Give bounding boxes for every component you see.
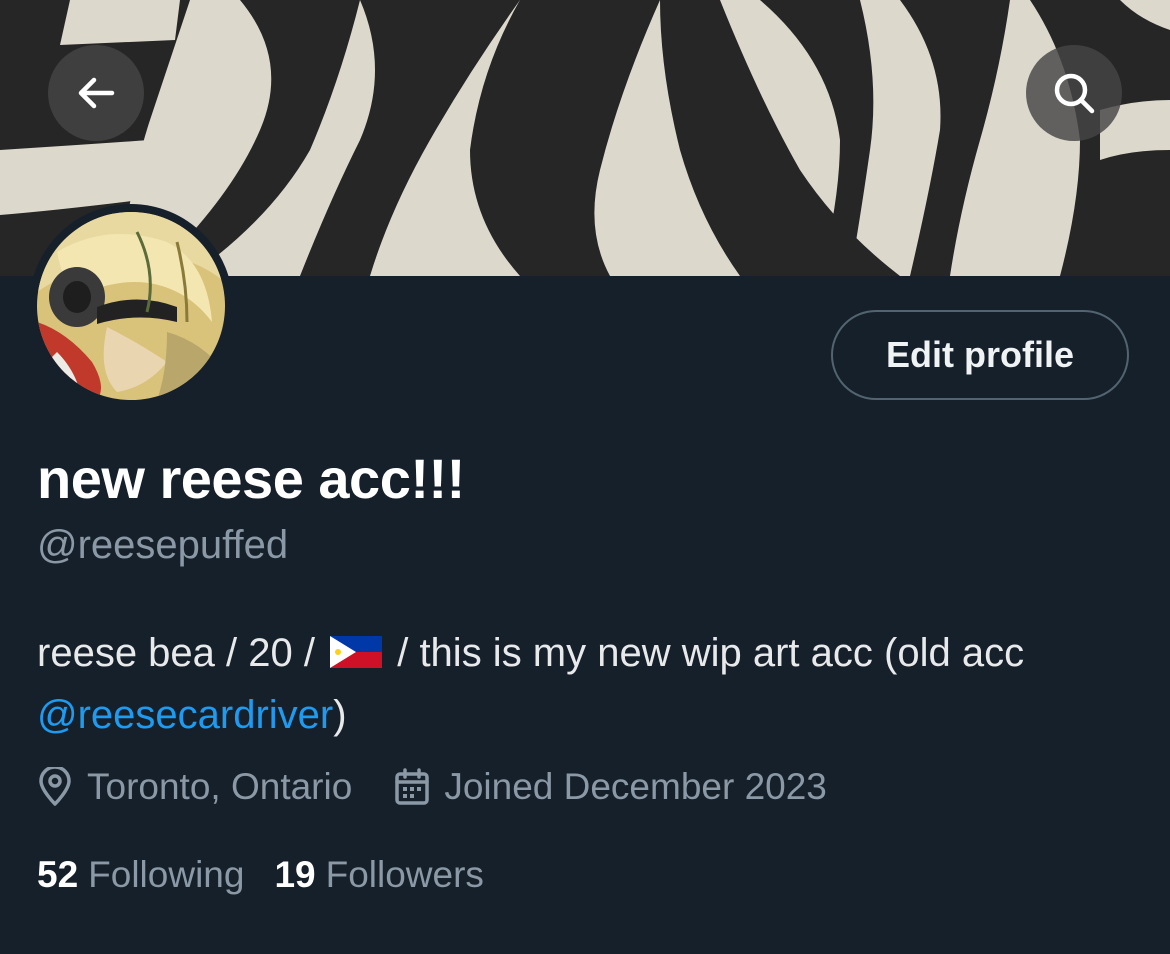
followers-label: Followers (325, 854, 484, 895)
profile-bio: reese bea / 20 / / this is my new wip ar… (37, 622, 1137, 746)
search-icon (1054, 73, 1095, 114)
location-text: Toronto, Ontario (87, 766, 353, 807)
bio-mention-link[interactable]: @reesecardriver (37, 693, 333, 737)
bio-text-3: ) (333, 693, 347, 737)
following-label: Following (88, 854, 245, 895)
followers-count: 19 (274, 854, 316, 895)
following-link[interactable]: 52 Following (37, 854, 244, 896)
philippines-flag-icon (330, 636, 383, 668)
arrow-left-icon (78, 77, 115, 109)
location-item: Toronto, Ontario (37, 766, 352, 808)
avatar-image (37, 212, 225, 400)
profile-stats: 52 Following 19 Followers (37, 854, 484, 896)
profile-meta: Toronto, Ontario Joined December 2023 (37, 766, 827, 808)
followers-link[interactable]: 19 Followers (274, 854, 483, 896)
bio-text-2: / this is my new wip art acc (old acc (397, 631, 1025, 675)
avatar[interactable] (37, 212, 225, 400)
calendar-icon (395, 768, 430, 805)
joined-date-text: Joined December 2023 (444, 766, 827, 807)
bio-text-1: reese bea / 20 / (37, 631, 315, 675)
location-pin-icon (39, 767, 71, 806)
display-name: new reese acc!!! (37, 447, 465, 510)
joined-item: Joined December 2023 (394, 766, 827, 808)
search-button[interactable] (1026, 45, 1122, 141)
username-handle: @reesepuffed (37, 523, 289, 567)
edit-profile-button[interactable]: Edit profile (831, 310, 1129, 400)
edit-profile-label: Edit profile (886, 334, 1074, 375)
following-count: 52 (37, 854, 79, 895)
back-button[interactable] (48, 45, 144, 141)
